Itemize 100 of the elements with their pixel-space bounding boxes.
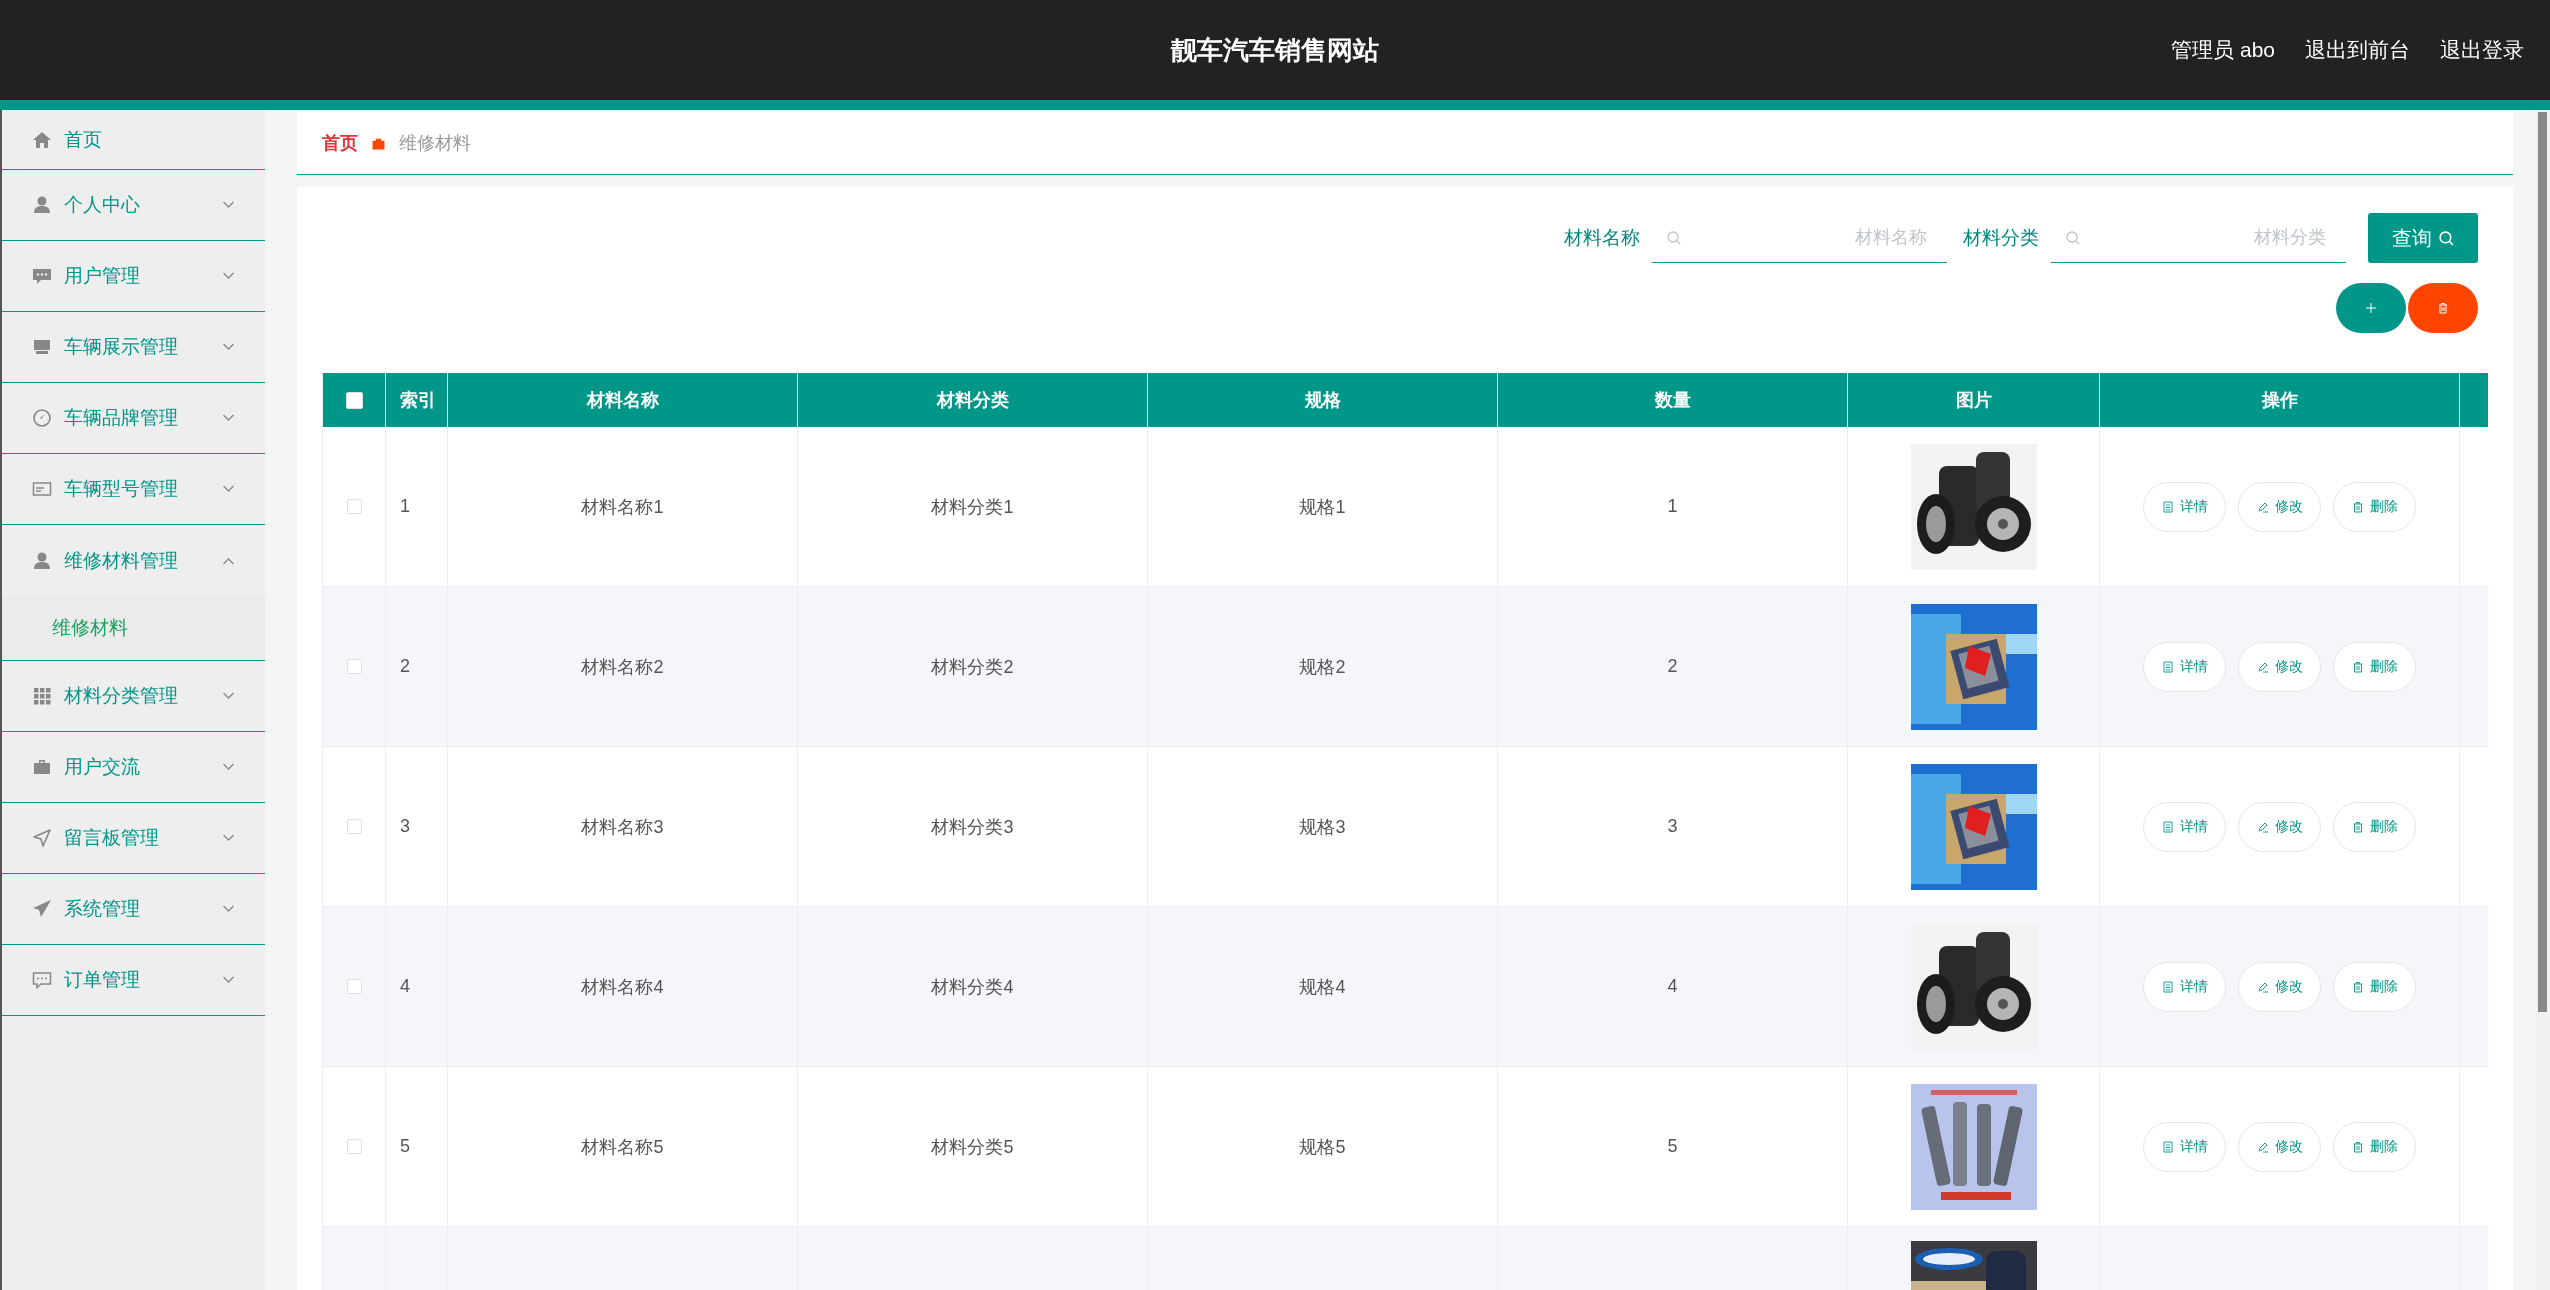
row-checkbox[interactable] <box>346 1139 362 1154</box>
edit-button[interactable]: 修改 <box>2238 641 2321 692</box>
row-checkbox[interactable] <box>346 659 362 674</box>
column-header: 索引 <box>386 373 448 427</box>
table-cell: 3 <box>1498 747 1848 906</box>
table-cell: 5 <box>386 1067 448 1226</box>
table-cell: 1 <box>386 427 448 586</box>
table-cell: 材料名称2 <box>448 587 798 746</box>
delete-row-button[interactable]: 删除 <box>2333 481 2416 532</box>
column-header: 图片 <box>1848 373 2100 427</box>
chat-icon <box>32 266 52 286</box>
table-cell: 规格2 <box>1148 587 1498 746</box>
basket-icon <box>372 136 385 150</box>
edit-button[interactable]: 修改 <box>2238 1121 2321 1172</box>
detail-button[interactable]: 详情 <box>2143 641 2226 692</box>
sidebar-item[interactable]: 用户管理 <box>2 241 265 312</box>
trash-icon <box>2351 500 2364 513</box>
table-cell: 材料名称3 <box>448 747 798 906</box>
delete-row-button[interactable]: 删除 <box>2333 801 2416 852</box>
monitor-icon <box>32 337 52 357</box>
chevron-icon <box>222 556 235 565</box>
briefcase-icon <box>32 757 52 777</box>
user-icon <box>32 550 52 571</box>
breadcrumb-link[interactable]: 首页 <box>322 131 358 155</box>
pencil-icon <box>2256 980 2269 993</box>
sidebar-item[interactable]: 车辆型号管理 <box>2 454 265 525</box>
chevron-icon <box>222 763 235 771</box>
delete-button[interactable] <box>2408 283 2478 333</box>
delete-row-button[interactable]: 删除 <box>2333 1121 2416 1172</box>
table-cell: 4 <box>1498 907 1848 1066</box>
scrollbar[interactable] <box>2535 110 2550 1290</box>
add-button[interactable] <box>2336 283 2406 333</box>
pencil-icon <box>2256 660 2269 673</box>
detail-button[interactable]: 详情 <box>2143 961 2226 1012</box>
row-checkbox[interactable] <box>346 819 362 834</box>
sidebar-item[interactable]: 首页 <box>2 110 265 170</box>
field-label: 材料名称 <box>1564 226 1640 250</box>
sidebar-item[interactable]: 订单管理 <box>2 945 265 1016</box>
search-icon <box>2437 229 2455 247</box>
admin-label: 管理员 abo <box>2171 37 2275 63</box>
table-cell: 规格5 <box>1148 1067 1498 1226</box>
table-cell: 2 <box>386 587 448 746</box>
edit-button[interactable]: 修改 <box>2238 801 2321 852</box>
table-cell: 规格4 <box>1148 907 1498 1066</box>
sidebar-item[interactable]: 维修材料管理 <box>2 525 265 596</box>
sidebar-item[interactable]: 留言板管理 <box>2 803 265 874</box>
table-cell: 2 <box>1498 587 1848 746</box>
search-icon <box>1666 230 1682 246</box>
table-cell: 材料名称4 <box>448 907 798 1066</box>
table-cell: 材料分类1 <box>798 427 1148 586</box>
trash-icon <box>2351 820 2364 833</box>
search-field[interactable]: 材料分类 <box>2051 213 2346 263</box>
pencil-icon <box>2256 500 2269 513</box>
delete-row-button[interactable]: 删除 <box>2333 961 2416 1012</box>
grid-icon <box>32 686 52 706</box>
edit-button[interactable]: 修改 <box>2238 481 2321 532</box>
query-button[interactable]: 查询 <box>2368 213 2478 263</box>
pencil-icon <box>2256 1140 2269 1153</box>
select-all-checkbox[interactable] <box>345 391 363 409</box>
sidebar-item[interactable]: 材料分类管理 <box>2 661 265 732</box>
sidebar-item[interactable]: 车辆品牌管理 <box>2 383 265 454</box>
sidebar-item[interactable]: 个人中心 <box>2 170 265 241</box>
chevron-icon <box>222 343 235 351</box>
field-label: 材料分类 <box>1963 226 2039 250</box>
breadcrumb-link[interactable]: 维修材料 <box>399 131 471 155</box>
document-icon <box>2161 1140 2174 1153</box>
table-cell: 材料分类2 <box>798 587 1148 746</box>
message-icon <box>32 970 52 990</box>
navigation-icon <box>32 828 52 848</box>
edit-button[interactable]: 修改 <box>2238 961 2321 1012</box>
chevron-icon <box>222 905 235 913</box>
chevron-icon <box>222 414 235 422</box>
sidebar-item[interactable]: 车辆展示管理 <box>2 312 265 383</box>
document-icon <box>2161 660 2174 673</box>
pencil-icon <box>2256 820 2269 833</box>
delete-row-button[interactable]: 删除 <box>2333 641 2416 692</box>
detail-button[interactable]: 详情 <box>2143 801 2226 852</box>
table-cell: 3 <box>386 747 448 906</box>
header-link[interactable]: 退出到前台 <box>2305 36 2410 64</box>
chevron-icon <box>222 485 235 493</box>
sidebar-item[interactable]: 系统管理 <box>2 874 265 945</box>
row-checkbox[interactable] <box>346 499 362 514</box>
sidebar-item[interactable]: 用户交流 <box>2 732 265 803</box>
chevron-icon <box>222 201 235 209</box>
column-header: 规格 <box>1148 373 1498 427</box>
column-header: 操作 <box>2100 373 2460 427</box>
document-icon <box>2161 500 2174 513</box>
column-header: 数量 <box>1498 373 1848 427</box>
paper-plane-icon <box>32 899 52 919</box>
detail-button[interactable]: 详情 <box>2143 481 2226 532</box>
document-icon <box>2161 980 2174 993</box>
header-link[interactable]: 退出登录 <box>2440 36 2524 64</box>
search-field[interactable]: 材料名称 <box>1652 213 1947 263</box>
column-header: 材料分类 <box>798 373 1148 427</box>
table-cell: 4 <box>386 907 448 1066</box>
card-icon <box>32 479 52 499</box>
row-checkbox[interactable] <box>346 979 362 994</box>
trash-icon <box>2437 302 2449 314</box>
table-cell: 规格3 <box>1148 747 1498 906</box>
detail-button[interactable]: 详情 <box>2143 1121 2226 1172</box>
